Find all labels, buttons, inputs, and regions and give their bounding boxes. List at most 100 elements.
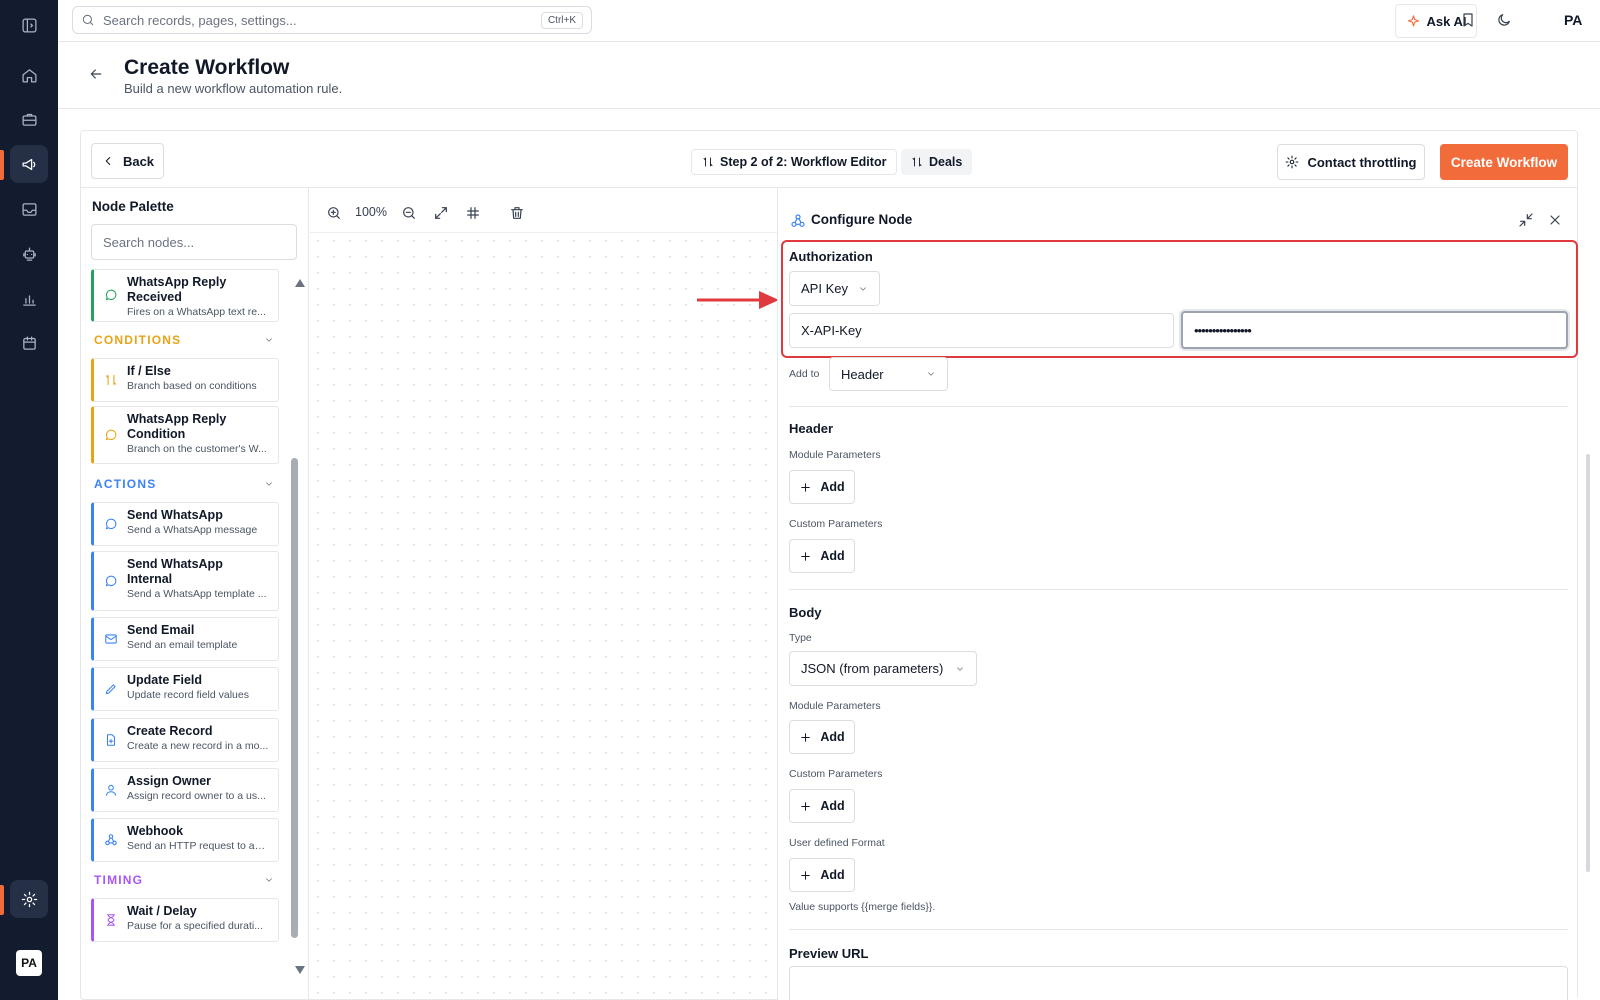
section-conditions: CONDITIONS bbox=[94, 333, 182, 347]
node-search-input[interactable]: Search nodes... bbox=[91, 224, 297, 260]
robot-icon[interactable] bbox=[10, 235, 48, 273]
node-send-whatsapp-internal[interactable]: Send WhatsApp Internal Send a WhatsApp t… bbox=[91, 551, 279, 611]
sparkle-icon bbox=[1407, 14, 1419, 26]
contact-throttling-button[interactable]: Contact throttling bbox=[1277, 144, 1425, 180]
dark-mode-moon-icon[interactable] bbox=[1496, 12, 1512, 28]
chevron-down-icon[interactable] bbox=[264, 875, 274, 885]
node-if-else[interactable]: If / Else Branch based on conditions bbox=[91, 358, 279, 402]
node-desc: Send an email template bbox=[127, 639, 238, 651]
configure-node-title: Configure Node bbox=[811, 212, 913, 227]
node-desc: Send an HTTP request to an ... bbox=[127, 840, 270, 852]
workflow-canvas[interactable] bbox=[310, 233, 777, 1000]
node-send-email[interactable]: Send Email Send an email template bbox=[91, 617, 279, 661]
merge-fields-hint: Value supports {{merge fields}}. bbox=[789, 901, 936, 913]
body-module-params-label: Module Parameters bbox=[789, 700, 881, 712]
settings-gear-icon[interactable] bbox=[10, 880, 48, 918]
minimize-icon[interactable] bbox=[1518, 212, 1534, 228]
header-divider bbox=[58, 108, 1600, 109]
back-button[interactable]: Back bbox=[91, 143, 164, 179]
add-to-select[interactable]: Header bbox=[829, 357, 948, 391]
node-desc: Assign record owner to a us... bbox=[127, 790, 266, 802]
inbox-icon[interactable] bbox=[10, 190, 48, 228]
divider bbox=[789, 589, 1568, 590]
user-icon bbox=[105, 784, 117, 796]
page-title: Create Workflow bbox=[124, 56, 290, 79]
sidebar-toggle-icon[interactable] bbox=[10, 6, 48, 44]
node-update-field[interactable]: Update Field Update record field values bbox=[91, 667, 279, 711]
node-wait-delay[interactable]: Wait / Delay Pause for a specified durat… bbox=[91, 898, 279, 942]
body-module-params-add-button[interactable]: Add bbox=[789, 720, 855, 754]
zoom-in-icon[interactable] bbox=[326, 205, 342, 221]
active-indicator bbox=[0, 150, 4, 180]
plus-icon bbox=[801, 482, 811, 492]
add-to-label: Add to bbox=[789, 368, 820, 380]
fit-view-expand-icon[interactable] bbox=[433, 205, 449, 221]
trash-icon[interactable] bbox=[509, 205, 525, 221]
calendar-icon[interactable] bbox=[10, 324, 48, 362]
whatsapp-icon bbox=[105, 429, 117, 441]
briefcase-icon[interactable] bbox=[10, 100, 48, 138]
scroll-down-arrow-icon[interactable] bbox=[295, 966, 305, 974]
node-whatsapp-reply-received[interactable]: WhatsApp Reply Received Fires on a Whats… bbox=[91, 269, 279, 322]
header-module-params-add-button[interactable]: Add bbox=[789, 470, 855, 504]
palette-scrollbar-thumb[interactable] bbox=[291, 458, 298, 938]
node-title: Send WhatsApp bbox=[127, 508, 223, 522]
node-palette: Node Palette Search nodes... WhatsApp Re… bbox=[80, 188, 309, 1000]
scroll-up-arrow-icon[interactable] bbox=[295, 279, 305, 287]
step-indicator-label: Step 2 of 2: Workflow Editor bbox=[720, 155, 887, 169]
chevron-down-icon bbox=[928, 372, 934, 376]
preview-url-field bbox=[789, 966, 1568, 1000]
node-send-whatsapp[interactable]: Send WhatsApp Send a WhatsApp message bbox=[91, 502, 279, 546]
workflow-branch-icon bbox=[703, 157, 713, 167]
user-defined-format-add-button[interactable]: Add bbox=[789, 858, 855, 892]
body-custom-params-label: Custom Parameters bbox=[789, 768, 883, 780]
profile-avatar[interactable]: PA bbox=[1564, 12, 1582, 28]
add-label: Add bbox=[820, 730, 845, 744]
page-back-arrow-icon[interactable] bbox=[88, 66, 104, 82]
node-title: Assign Owner bbox=[127, 774, 212, 788]
node-webhook[interactable]: Webhook Send an HTTP request to an ... bbox=[91, 818, 279, 862]
authorization-highlight-box bbox=[781, 240, 1578, 358]
add-to-value: Header bbox=[841, 366, 884, 382]
module-branch-icon bbox=[912, 157, 922, 167]
plus-icon bbox=[801, 551, 811, 561]
user-defined-format-label: User defined Format bbox=[789, 837, 885, 849]
node-title: Wait / Delay bbox=[127, 904, 197, 918]
search-icon bbox=[82, 14, 94, 26]
megaphone-icon[interactable] bbox=[10, 145, 48, 183]
node-assign-owner[interactable]: Assign Owner Assign record owner to a us… bbox=[91, 768, 279, 812]
config-scrollbar-thumb[interactable] bbox=[1586, 454, 1590, 872]
node-create-record[interactable]: Create Record Create a new record in a m… bbox=[91, 718, 279, 762]
webhook-icon bbox=[790, 213, 806, 229]
left-rail: PA bbox=[0, 0, 58, 1000]
body-custom-params-add-button[interactable]: Add bbox=[789, 789, 855, 823]
user-avatar[interactable]: PA bbox=[16, 950, 42, 976]
pencil-icon bbox=[105, 684, 116, 695]
whatsapp-icon bbox=[105, 575, 117, 587]
body-type-label: Type bbox=[789, 632, 812, 644]
global-search-input[interactable]: Search records, pages, settings... Ctrl+… bbox=[72, 6, 592, 34]
node-whatsapp-reply-condition[interactable]: WhatsApp Reply Condition Branch on the c… bbox=[91, 406, 279, 464]
chevron-down-icon[interactable] bbox=[264, 479, 274, 489]
add-label: Add bbox=[820, 799, 845, 813]
body-type-select[interactable]: JSON (from parameters) bbox=[789, 651, 977, 686]
active-indicator-settings bbox=[0, 885, 4, 915]
zoom-out-icon[interactable] bbox=[401, 205, 417, 221]
plus-icon bbox=[801, 870, 811, 880]
chart-icon[interactable] bbox=[10, 280, 48, 318]
grid-hash-icon[interactable] bbox=[465, 205, 481, 221]
file-plus-icon bbox=[106, 734, 116, 746]
chevron-down-icon[interactable] bbox=[264, 335, 274, 345]
create-workflow-button[interactable]: Create Workflow bbox=[1440, 144, 1568, 180]
home-icon[interactable] bbox=[10, 56, 48, 94]
section-actions: ACTIONS bbox=[94, 477, 157, 491]
node-desc: Fires on a WhatsApp text re... bbox=[127, 306, 266, 318]
gear-icon bbox=[1286, 155, 1299, 169]
bookmark-icon[interactable] bbox=[1460, 12, 1476, 28]
header-custom-params-add-button[interactable]: Add bbox=[789, 539, 855, 573]
module-badge: Deals bbox=[901, 149, 973, 175]
branch-icon bbox=[105, 374, 117, 386]
chevron-left-icon bbox=[105, 156, 111, 166]
back-button-label: Back bbox=[122, 153, 155, 169]
close-icon[interactable] bbox=[1547, 212, 1563, 228]
